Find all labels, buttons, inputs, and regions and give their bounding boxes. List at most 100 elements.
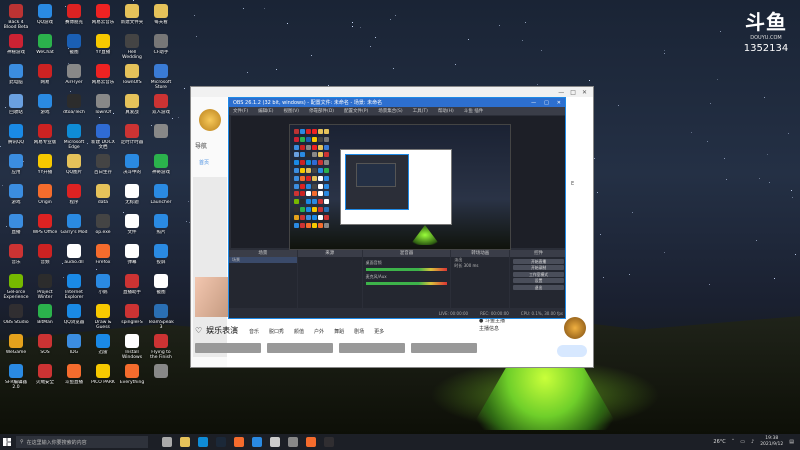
volume-meter[interactable] — [365, 282, 448, 285]
desktop-icon[interactable]: data — [89, 182, 117, 216]
volume-meter[interactable] — [365, 268, 448, 271]
obs-menu-item[interactable]: 工具(T) — [413, 108, 428, 114]
obs-window[interactable]: OBS 26.1.2 (32 bit, windows) - 配置文件: 未命名… — [228, 97, 566, 319]
desktop-icon[interactable]: 每天看 — [147, 2, 175, 36]
desktop-icon[interactable] — [147, 122, 175, 156]
desktop-icon[interactable]: TownOfS — [118, 62, 146, 96]
desktop-icon[interactable]: Microsoft Edge — [60, 122, 88, 156]
obs-menu-item[interactable]: 斗鱼 插件 — [464, 108, 483, 114]
settings-button[interactable]: 设置 — [513, 278, 564, 283]
section-tab[interactable]: 更多 — [374, 328, 384, 335]
desktop-icon[interactable]: Launcher — [147, 182, 175, 216]
start-recording-button[interactable]: 开始录制 — [513, 265, 564, 270]
desktop-icon[interactable]: 文件 — [118, 212, 146, 246]
minimize-icon[interactable]: — — [531, 100, 536, 106]
file-explorer-icon[interactable] — [180, 437, 190, 447]
desktop-icon[interactable]: Microsoft Store — [147, 62, 175, 96]
camera-icon[interactable] — [288, 437, 298, 447]
desktop-icon[interactable]: 直播助手 — [118, 272, 146, 306]
scene-item[interactable]: 场景 — [229, 257, 297, 263]
desktop-icon[interactable]: GeForce Experience — [2, 272, 30, 306]
obs-icon[interactable] — [324, 437, 334, 447]
task-view-icon[interactable] — [162, 437, 172, 447]
obs-preview[interactable] — [231, 116, 565, 250]
desktop-icon[interactable]: 截图 — [60, 32, 88, 66]
weather-text[interactable]: 26°C — [713, 439, 725, 445]
desktop-icon[interactable]: Garry's Mod — [60, 212, 88, 246]
desktop-icon[interactable]: TeamSpeak 3 — [147, 302, 175, 336]
stream-card[interactable] — [195, 343, 261, 353]
volume-icon[interactable]: ♪ — [751, 439, 754, 445]
desktop-icon[interactable]: Project Winter — [31, 272, 59, 306]
stream-card[interactable] — [339, 343, 405, 353]
obs-menu-item[interactable]: 文件(F) — [233, 108, 248, 114]
desktop-icon[interactable]: 程序 — [60, 182, 88, 216]
desktop-icon[interactable]: YY开播 — [31, 152, 59, 186]
obs-menu-item[interactable]: 编辑(E) — [258, 108, 273, 114]
desktop-icon[interactable]: OBS Studio — [2, 302, 30, 336]
section-tab[interactable]: 户外 — [314, 328, 324, 335]
desktop-icon[interactable]: 双人游戏 — [147, 92, 175, 126]
desktop-icon[interactable]: 小鹅 — [89, 272, 117, 306]
obs-menu-item[interactable]: 帮助(H) — [438, 108, 454, 114]
firefox-icon[interactable] — [234, 437, 244, 447]
desktop-icon[interactable]: Flying to the Finish — [147, 332, 175, 366]
desktop-icon[interactable]: 网易 — [31, 62, 59, 96]
desktop-icon[interactable]: AirFlyer — [60, 62, 88, 96]
desktop-icon[interactable]: WeChat — [31, 32, 59, 66]
transition-duration[interactable]: 时长 300 ms — [451, 263, 509, 269]
maximize-icon[interactable]: □ — [570, 89, 576, 96]
desktop-icon[interactable]: QQ浏览器 — [60, 302, 88, 336]
stream-card[interactable] — [267, 343, 333, 353]
desktop-icon[interactable]: WeGame — [2, 332, 30, 366]
steam-icon[interactable] — [216, 437, 226, 447]
notification-icon[interactable]: ▤ — [789, 439, 794, 445]
section-tab[interactable]: 剧场 — [354, 328, 364, 335]
streamer-avatar[interactable] — [564, 317, 586, 339]
desktop-icon[interactable]: 此电脑 — [2, 62, 30, 96]
desktop-icon[interactable]: 网易云音乐 — [89, 2, 117, 36]
desktop-icon[interactable]: SFR编辑器 2.0 — [2, 362, 30, 396]
desktop-icon[interactable]: PICO PARK — [89, 362, 117, 396]
nav-label[interactable]: 导航 — [195, 141, 207, 150]
desktop-icon[interactable]: 直播 — [2, 212, 30, 246]
desktop-icon[interactable]: TownOf — [89, 92, 117, 126]
desktop-icon[interactable]: 赛博朋克 — [60, 2, 88, 36]
desktop-icon[interactable]: 斗鱼直播 — [60, 362, 88, 396]
desktop-icon[interactable]: SOS — [31, 332, 59, 366]
desktop-icon[interactable]: dtoa/Tech — [60, 92, 88, 126]
desktop-icon[interactable]: op.exe — [89, 212, 117, 246]
exit-button[interactable]: 退出 — [513, 284, 564, 290]
edge-icon[interactable] — [198, 437, 208, 447]
desktop-icon[interactable]: 神奇游戏 — [147, 152, 175, 186]
network-icon[interactable]: ▭ — [740, 439, 745, 445]
desktop-icon[interactable]: 神秘游戏 — [2, 32, 30, 66]
desktop-icon[interactable]: 火绒安全 — [31, 362, 59, 396]
close-icon[interactable]: ✕ — [557, 100, 561, 106]
clock[interactable]: 19:38 2021/9/12 — [760, 436, 783, 448]
obs-menu-item[interactable]: 场景集合(S) — [378, 108, 402, 114]
desktop-icon[interactable]: Hell Wedding — [118, 32, 146, 66]
taskbar-search[interactable]: ⚲ 在这里输入你要搜索的内容 — [16, 436, 148, 448]
stream-thumbnail-2[interactable] — [195, 277, 229, 317]
section-tab[interactable]: 舞蹈 — [334, 328, 344, 335]
desktop-icon[interactable]: 新建 DOCX 文档 — [89, 122, 117, 156]
maximize-icon[interactable]: □ — [544, 100, 549, 106]
desktop-icon[interactable]: 音频 — [31, 242, 59, 276]
desktop-icon[interactable]: Back 4 Blood Beta — [2, 2, 30, 36]
desktop-icon[interactable]: 回收站 — [2, 92, 30, 126]
desktop-icon[interactable]: Draw & Guess — [89, 302, 117, 336]
desktop-icon[interactable]: 网易专业版 — [31, 122, 59, 156]
section-tab[interactable]: 脱口秀 — [269, 328, 284, 335]
obs-menu-item[interactable]: 视图(V) — [283, 108, 299, 114]
desktop-icon[interactable]: audio.dll — [60, 242, 88, 276]
desktop-icon[interactable]: spingleFS — [118, 302, 146, 336]
douyu-icon[interactable] — [306, 437, 316, 447]
desktop-icon[interactable]: 游戏 — [31, 92, 59, 126]
desktop-icon[interactable]: 应用 — [2, 152, 30, 186]
desktop-icon[interactable]: 腾讯QQ — [2, 122, 30, 156]
desktop-icon[interactable]: 照片 — [147, 212, 175, 246]
desktop-icon[interactable] — [147, 362, 175, 396]
obs-menu-item[interactable]: 停靠部件(D) — [309, 108, 334, 114]
desktop-icon[interactable]: 无标题 — [118, 182, 146, 216]
